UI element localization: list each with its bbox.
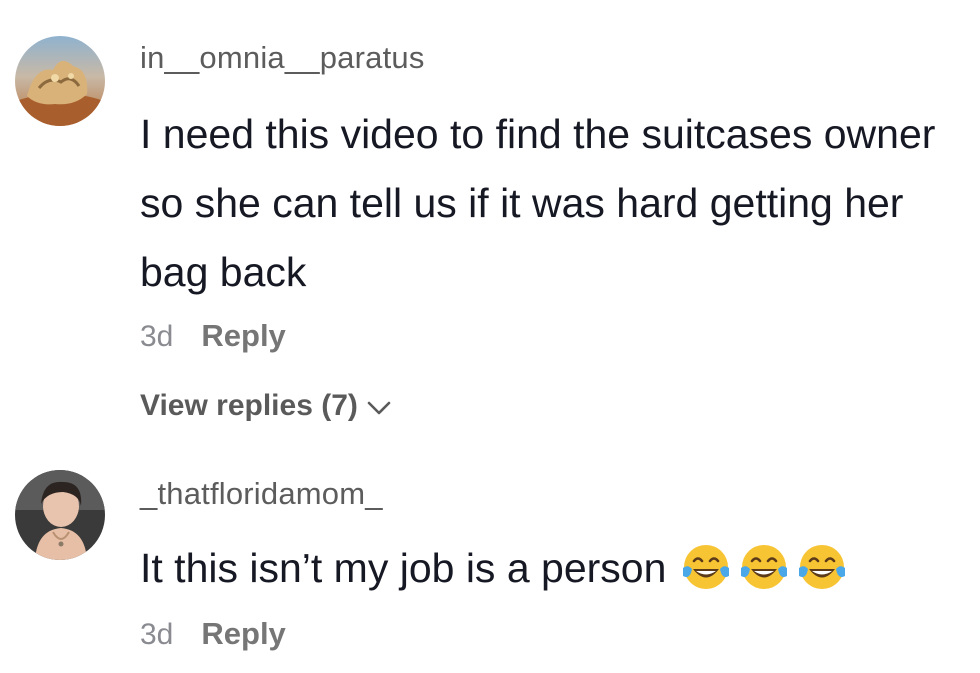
desert-rock-avatar-icon (15, 36, 105, 126)
laughing-tears-emoji-icon (799, 545, 846, 589)
comment-item: in__omnia__paratus I need this video to … (0, 0, 980, 440)
reply-button[interactable]: Reply (201, 616, 285, 652)
laughing-tears-emoji-icon (683, 545, 730, 589)
comment-text-content: It this isn’t my job is a person (140, 545, 667, 591)
emoji-group (680, 542, 854, 592)
view-replies-label: View replies (7) (140, 389, 358, 422)
comment-meta: 3d Reply (140, 318, 286, 354)
view-replies-button[interactable]: View replies (7) (140, 389, 392, 423)
laughing-tears-emoji-icon (741, 545, 788, 589)
comment-timestamp: 3d (140, 320, 174, 353)
comment-text: It this isn’t my job is a person (140, 534, 960, 603)
woman-selfie-avatar-icon (15, 470, 105, 560)
user-avatar[interactable] (15, 36, 105, 126)
comment-text: I need this video to find the suitcases … (140, 111, 936, 295)
comment-item: _thatfloridamom_ It this isn’t my job is… (0, 440, 980, 673)
comment-username[interactable]: in__omnia__paratus (140, 40, 425, 76)
reply-button[interactable]: Reply (201, 318, 285, 354)
comment-username[interactable]: _thatfloridamom_ (140, 476, 383, 512)
comment-timestamp: 3d (140, 618, 174, 651)
comment-meta: 3d Reply (140, 616, 286, 652)
user-avatar[interactable] (15, 470, 105, 560)
chevron-down-icon (367, 401, 391, 415)
